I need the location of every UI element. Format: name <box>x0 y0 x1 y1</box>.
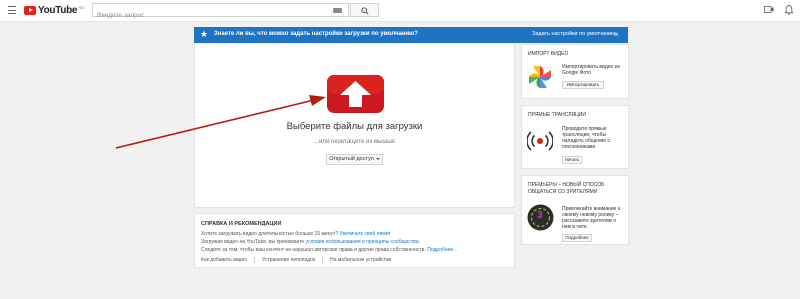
upload-defaults-notice: ★ Знаете ли вы, что можно задать настрой… <box>194 27 628 43</box>
help-line-limit: Хотите загружать видео длительностью бол… <box>201 231 391 237</box>
menu-icon[interactable] <box>8 6 16 14</box>
live-streaming-card: ПРЯМЫЕ ТРАНСЛЯЦИИ Проводите прямые транс… <box>521 105 629 169</box>
learn-more-link[interactable]: Подробнее... <box>427 247 457 253</box>
close-icon[interactable]: × <box>614 29 619 40</box>
import-video-card: ИМПОРТ ВИДЕО Импортировать видео из Goog… <box>521 44 629 99</box>
privacy-dropdown-label: Открытый доступ <box>329 156 374 162</box>
search-icon <box>361 7 369 15</box>
help-line-terms: Загружая видео на YouTube, вы принимаете… <box>201 239 420 245</box>
premiere-countdown: 3 <box>537 210 543 221</box>
learn-more-button[interactable]: Подробнее <box>562 234 592 242</box>
how-to-add-video-link[interactable]: Как добавить видео <box>201 257 247 263</box>
upload-arrow-icon[interactable] <box>327 75 384 113</box>
import-button[interactable]: Импортировать <box>562 81 604 89</box>
search-box <box>92 3 349 22</box>
divider <box>322 257 324 263</box>
import-text: Импортировать видео из Google Фото <box>562 64 620 76</box>
star-icon: ★ <box>200 29 209 39</box>
premiere-text: Привлекайте внимание к своему новому рол… <box>562 206 621 230</box>
upload-video-icon[interactable] <box>764 5 774 14</box>
divider <box>254 257 256 263</box>
live-broadcast-icon <box>527 131 553 151</box>
notifications-icon[interactable] <box>785 5 793 15</box>
set-defaults-link[interactable]: Задать настройки по умолчанию <box>532 31 615 37</box>
masthead: YouTube RU <box>0 0 800 22</box>
help-line-copyright: Следите за тем, чтобы ваш контент не нар… <box>201 247 458 253</box>
youtube-logo[interactable]: YouTube RU <box>24 4 84 17</box>
upload-subtitle: ...или перетащите их мышью <box>314 139 395 145</box>
premieres-card: ПРЕМЬЕРЫ – НОВЫЙ СПОСОБ ОБЩАТЬСЯ СО ЗРИТ… <box>521 175 629 245</box>
help-links: Как добавить видео Устранение неполадок … <box>201 257 391 263</box>
troubleshooting-link[interactable]: Устранение неполадок <box>262 257 315 263</box>
keyboard-icon[interactable] <box>333 8 342 13</box>
logo-region: RU <box>78 5 84 10</box>
premiere-title: ПРЕМЬЕРЫ – НОВЫЙ СПОСОБ ОБЩАТЬСЯ СО ЗРИТ… <box>528 182 605 195</box>
import-title: ИМПОРТ ВИДЕО <box>528 51 569 57</box>
help-card: СПРАВКА И РЕКОМЕНДАЦИИ Хотите загружать … <box>194 213 515 268</box>
privacy-dropdown[interactable]: Открытый доступ <box>326 154 383 165</box>
google-photos-icon <box>529 66 551 88</box>
upload-title: Выберите файлы для загрузки <box>286 121 423 132</box>
chevron-down-icon <box>375 157 380 160</box>
start-live-button[interactable]: Начать <box>562 156 582 164</box>
search-button[interactable] <box>350 3 379 17</box>
increase-limit-link[interactable]: Увеличьте свой лимит <box>339 231 390 237</box>
mobile-link[interactable]: На мобильном устройстве <box>330 257 391 263</box>
youtube-play-icon <box>24 6 36 15</box>
search-input[interactable] <box>93 9 323 22</box>
live-text: Проводите прямые трансляции, чтобы налад… <box>562 126 610 150</box>
help-title: СПРАВКА И РЕКОМЕНДАЦИИ <box>201 221 282 227</box>
terms-link[interactable]: условия использования и принципы сообщес… <box>306 239 420 245</box>
logo-text: YouTube <box>38 5 78 16</box>
live-title: ПРЯМЫЕ ТРАНСЛЯЦИИ <box>528 112 586 118</box>
notice-text: Знаете ли вы, что можно задать настройки… <box>214 31 418 37</box>
